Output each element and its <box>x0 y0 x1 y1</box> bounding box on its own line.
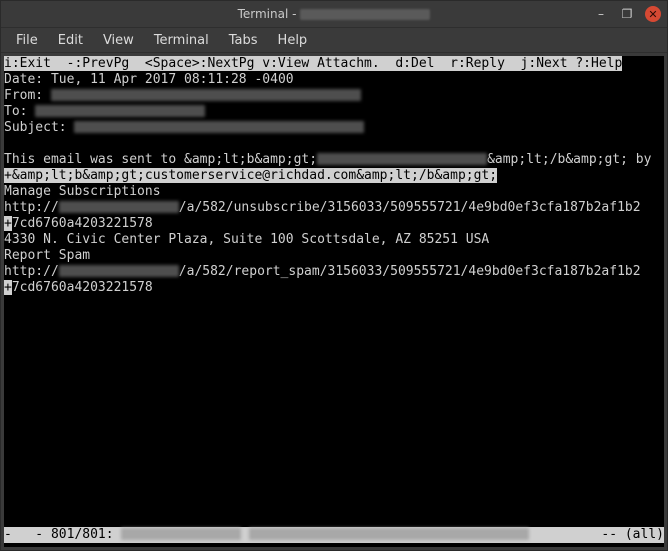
menu-view[interactable]: View <box>94 31 143 50</box>
menu-terminal[interactable]: Terminal <box>145 31 218 50</box>
recipient-email-redacted <box>317 153 487 165</box>
titlebar: Terminal - – ❐ ✕ <box>1 1 667 28</box>
window-title: Terminal - <box>1 7 667 21</box>
status-from-redacted <box>121 528 241 540</box>
header-to: To: <box>4 104 664 120</box>
status-count: 801/801: <box>51 527 121 543</box>
header-date: Date: Tue, 11 Apr 2017 08:11:28 -0400 <box>4 72 664 88</box>
body-line-1: This email was sent to &amp;lt;b&amp;gt;… <box>4 152 664 168</box>
to-label: To: <box>4 104 35 119</box>
date-label: Date: <box>4 72 51 87</box>
window-title-redacted <box>300 9 430 20</box>
status-flags: - - <box>4 527 51 543</box>
keybar: i:Exit -:PrevPg <Space>:NextPg v:View At… <box>4 56 622 71</box>
maximize-button[interactable]: ❐ <box>619 6 635 22</box>
header-subject: Subject: <box>4 120 664 136</box>
statusbar: - - 801/801: -- (all) <box>4 527 664 543</box>
terminal-window: Terminal - – ❐ ✕ File Edit View Terminal… <box>0 0 668 551</box>
body-line-8: http:///a/582/report_spam/3156033/509555… <box>4 264 664 280</box>
body-line-9: +7cd6760a4203221578 <box>4 280 664 296</box>
status-subject-redacted <box>249 528 529 540</box>
blank-line <box>4 136 664 152</box>
status-position: -- (all) <box>594 527 664 543</box>
date-value: Tue, 11 Apr 2017 08:11:28 -0400 <box>51 72 294 87</box>
menu-tabs[interactable]: Tabs <box>220 31 267 50</box>
subject-label: Subject: <box>4 120 74 135</box>
menubar: File Edit View Terminal Tabs Help <box>1 28 667 53</box>
from-value-redacted <box>51 89 361 101</box>
body-line-5: +7cd6760a4203221578 <box>4 216 664 232</box>
menu-file[interactable]: File <box>7 31 47 50</box>
from-label: From: <box>4 88 51 103</box>
terminal-area[interactable]: i:Exit -:PrevPg <Space>:NextPg v:View At… <box>4 56 664 547</box>
menu-edit[interactable]: Edit <box>49 31 92 50</box>
body-line-4: http:///a/582/unsubscribe/3156033/509555… <box>4 200 664 216</box>
close-button[interactable]: ✕ <box>645 6 661 22</box>
subject-value-redacted <box>74 121 364 133</box>
host2-redacted <box>59 265 179 277</box>
window-controls: – ❐ ✕ <box>593 1 661 27</box>
host1-redacted <box>59 201 179 213</box>
to-value-redacted <box>35 105 205 117</box>
window-title-prefix: Terminal - <box>238 7 297 21</box>
body-line-6: 4330 N. Civic Center Plaza, Suite 100 Sc… <box>4 232 664 248</box>
body-line-2: +&amp;lt;b&amp;gt;customerservice@richda… <box>4 168 664 184</box>
header-from: From: <box>4 88 664 104</box>
minimize-button[interactable]: – <box>593 6 609 22</box>
body-line-7: Report Spam <box>4 248 664 264</box>
body-line-3: Manage Subscriptions <box>4 184 664 200</box>
menu-help[interactable]: Help <box>269 31 317 50</box>
